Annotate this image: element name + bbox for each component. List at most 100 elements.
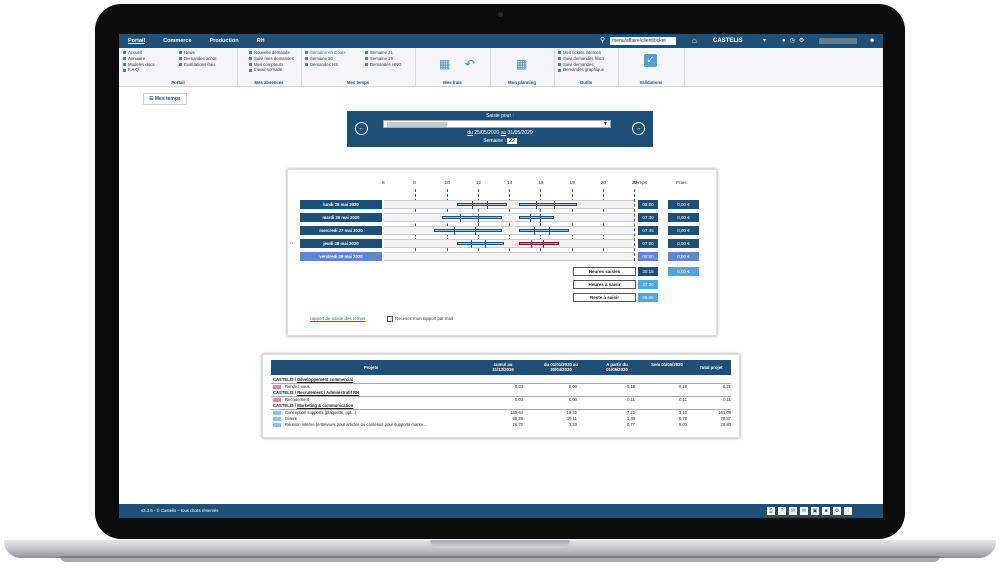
mail-checkbox[interactable] (387, 316, 393, 322)
search-input[interactable]: menu/affaire/client/ticket (610, 37, 676, 45)
heures-saisies-label: Heures saisies (573, 267, 636, 276)
time-tick (534, 227, 535, 235)
heures-a-saisir-value: 37:00 (638, 280, 658, 289)
time-bar[interactable] (519, 216, 554, 219)
group-label: Portail (171, 80, 185, 85)
group-label: Mes temps (346, 80, 370, 85)
time-tick (471, 201, 473, 209)
day-label[interactable]: jeudi 28 mai 2020 (300, 239, 382, 248)
day-frais[interactable]: 0,00 € (668, 252, 699, 261)
company-selector[interactable]: CASTELIS ▼ (709, 34, 771, 48)
time-bar[interactable] (434, 229, 502, 232)
time-tick (477, 214, 479, 222)
help-icon[interactable]: ? (778, 507, 786, 515)
time-tick (485, 240, 486, 248)
home-icon: ⌂ (290, 240, 294, 246)
saisie-title: Saisie pour : (486, 113, 514, 119)
day-track[interactable] (384, 252, 634, 261)
group-label: Mes absences (254, 80, 284, 85)
clock-icon[interactable]: ◷ (790, 34, 795, 48)
group-label: Outils (579, 80, 593, 85)
ribbon-item-graphique[interactable]: Demandes graphique (558, 67, 604, 73)
hour-label: 8 (413, 181, 416, 186)
home-icon[interactable]: ⌂ (692, 36, 697, 45)
day-frais[interactable]: 0,00 € (668, 200, 699, 209)
ribbon-item-faq[interactable]: F.A.Q. (123, 67, 155, 73)
group-planning: ▦ Mon planning (490, 48, 555, 86)
color-swatch (273, 411, 281, 415)
ribbon-item-travail-nomade[interactable]: travail nomade (249, 67, 294, 73)
ribbon-item-demandes-hno[interactable]: Demandes HNO (365, 62, 402, 68)
gear-icon[interactable]: ⚙ (799, 34, 804, 48)
day-track[interactable] (384, 213, 634, 222)
table-row[interactable]: Réunion interne (entrevues pour articles… (271, 422, 731, 428)
heures-saisies-value: 30:15 (638, 267, 658, 276)
day-frais[interactable]: 0,00 € (668, 239, 699, 248)
user-icon[interactable]: ☻ (869, 34, 875, 48)
th-sem: Sem 01/05/2020 (651, 362, 683, 367)
group-label: Mon planning (508, 80, 536, 85)
settings-icon[interactable]: ⚙ (833, 507, 841, 515)
nav-portail[interactable]: Portail (119, 34, 154, 48)
day-label[interactable]: vendredi 29 mai 2020 (300, 252, 382, 261)
time-tick (553, 201, 555, 209)
time-tick (529, 214, 531, 222)
day-track[interactable] (384, 200, 634, 209)
top-icons: ● ◷ ⚙ (782, 34, 804, 48)
mes-temps-button[interactable]: ☰ Mes temps (143, 93, 187, 105)
top-nav: Portail Commerce Production RH (119, 34, 274, 48)
color-swatch (273, 417, 281, 421)
info-icon[interactable]: i (844, 507, 852, 515)
group-frais: ▦ ↶ Mes frais (415, 48, 491, 86)
time-bar[interactable] (456, 203, 507, 206)
nav-production[interactable]: Production (201, 34, 248, 48)
nav-commerce[interactable]: Commerce (154, 34, 200, 48)
checkmark-icon[interactable]: ✓ (644, 54, 657, 67)
company-name: CASTELIS (713, 38, 743, 44)
hour-label: 12 (475, 181, 482, 186)
group-outils: Mes tickets internes Suivi demandes hist… (554, 48, 619, 86)
undo-icon[interactable]: ↶ (465, 57, 475, 71)
day-label[interactable]: mercredi 27 mai 2020 (300, 226, 382, 235)
day-total: 07:45 (638, 226, 658, 235)
heures-a-saisir-label: Heures à saisir (573, 280, 636, 289)
chat-icon[interactable]: ✉ (800, 507, 808, 515)
day-track[interactable] (384, 226, 634, 235)
ribbon-item-evaluations[interactable]: Evaluations frais (179, 62, 217, 68)
color-swatch (273, 385, 281, 389)
time-tick (531, 240, 532, 248)
project-group: CASTELIS / Développement commercial (271, 377, 731, 384)
calendar-icon[interactable]: ▦ (439, 57, 450, 71)
projets-table: Projets cumul au 31/12/2019 du 01/01/202… (262, 354, 740, 438)
time-tick (543, 240, 544, 248)
print-icon[interactable]: ⎙ (767, 507, 775, 515)
person-select[interactable]: ▼ (383, 120, 611, 128)
day-frais[interactable]: 0,00 € (668, 213, 699, 222)
day-track[interactable] (384, 239, 634, 248)
day-label[interactable]: lundi 25 mai 2020 (300, 200, 382, 209)
nav-rh[interactable]: RH (248, 34, 274, 48)
time-bar[interactable] (456, 242, 504, 245)
planning-calendar-icon[interactable]: ▦ (516, 57, 527, 71)
time-tick (459, 214, 461, 222)
search-icon[interactable]: ⚲ (600, 37, 607, 44)
lock-icon[interactable]: ■ (822, 507, 830, 515)
hour-label: 20 (600, 181, 607, 186)
time-bar[interactable] (519, 242, 559, 245)
bell-icon[interactable]: ● (782, 34, 786, 48)
monitor-icon[interactable]: ▣ (811, 507, 819, 515)
ribbon-item-demandes-hs[interactable]: Demandes HS (305, 62, 346, 68)
time-bar[interactable] (441, 216, 502, 219)
day-label[interactable]: mardi 26 mai 2020 (300, 213, 382, 222)
mail-icon[interactable]: ✉ (789, 507, 797, 515)
reste-label: Reste à saisir (573, 293, 636, 302)
day-frais[interactable]: 0,00 € (668, 226, 699, 235)
rapport-link[interactable]: rapport de saisie des temps (310, 316, 365, 321)
mail-option[interactable]: Recevoir mon rapport par mail (387, 316, 453, 322)
group-validations: ✓ Validations (618, 48, 685, 86)
time-bar[interactable] (519, 203, 577, 206)
hour-label: 10 (444, 181, 450, 186)
time-tick (486, 201, 488, 209)
reste-value: 06:45 (638, 293, 658, 302)
time-bar[interactable] (519, 229, 569, 232)
